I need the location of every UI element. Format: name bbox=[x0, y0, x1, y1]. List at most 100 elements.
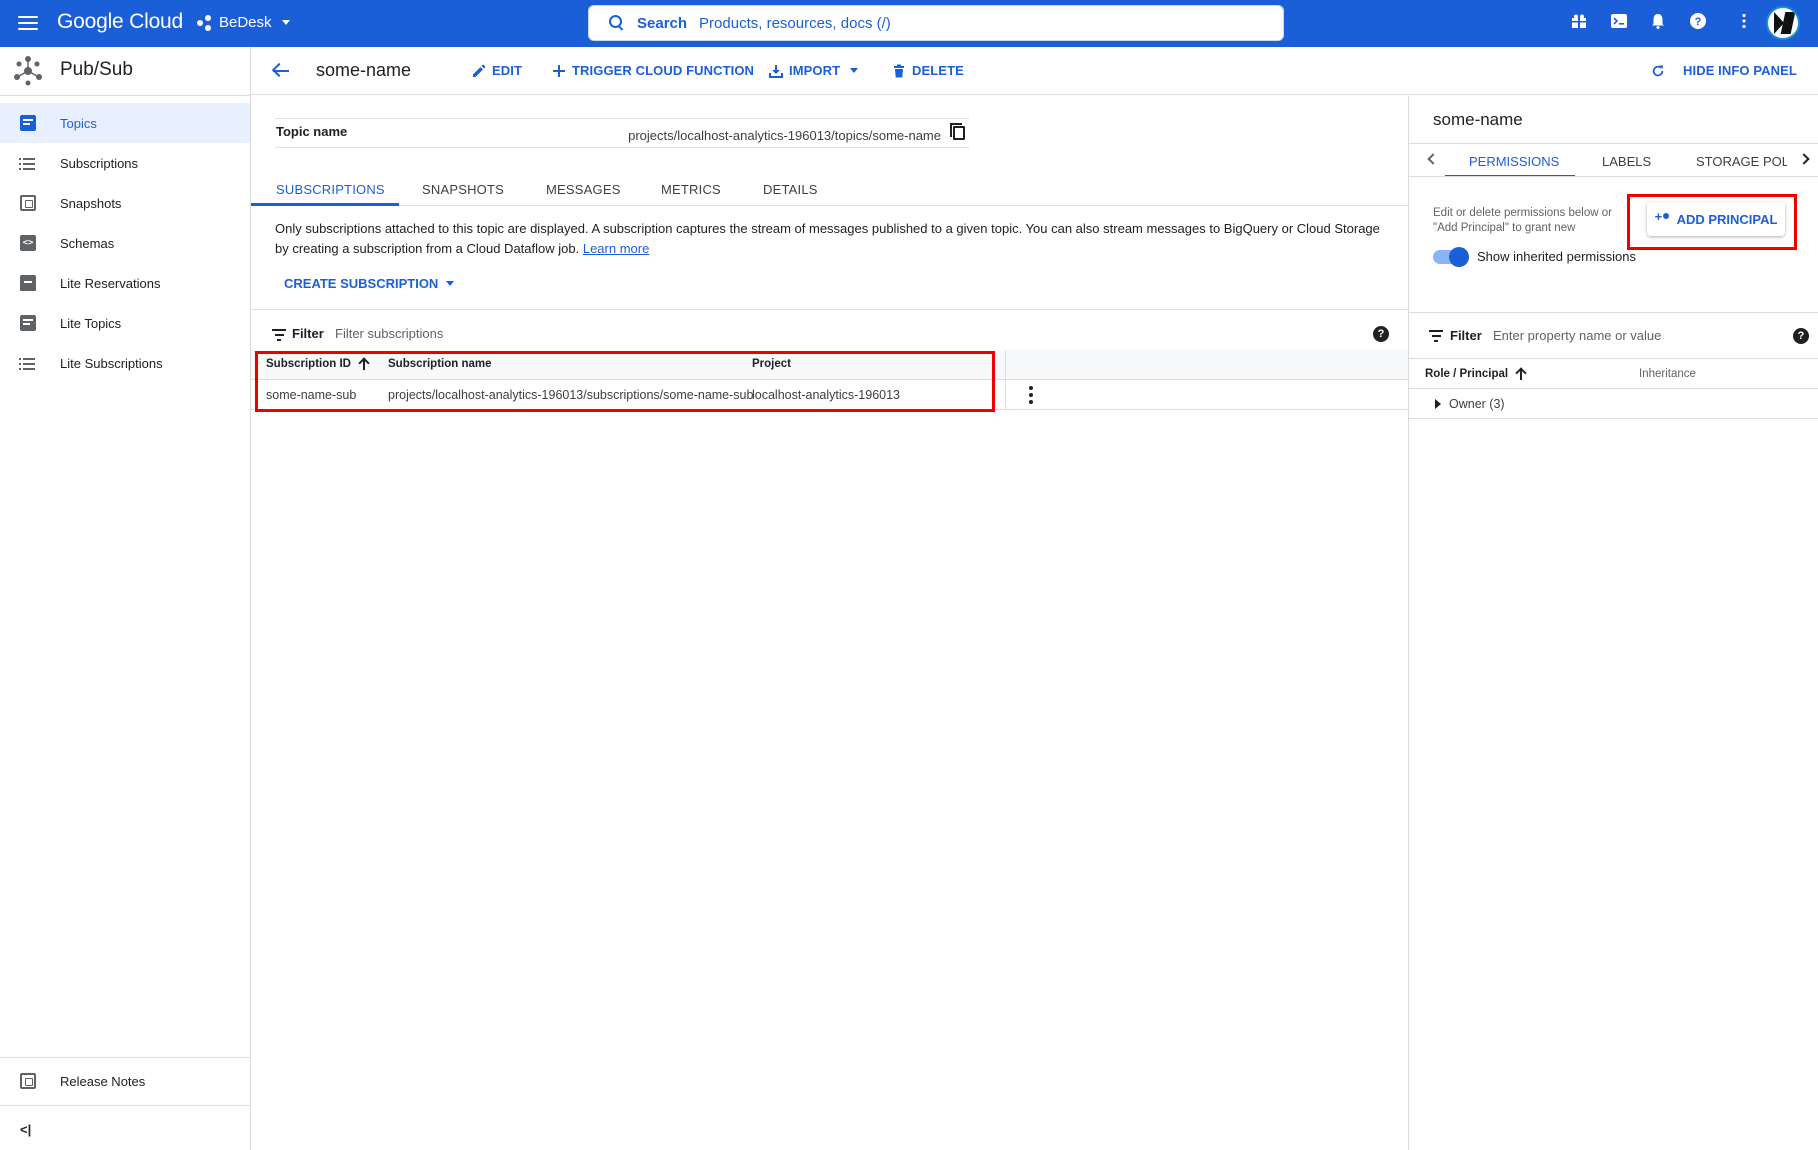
column-inheritance: Inheritance bbox=[1639, 368, 1696, 380]
sidebar-item-subscriptions[interactable]: Subscriptions bbox=[0, 143, 250, 183]
hide-info-panel-button[interactable]: HIDE INFO PANEL bbox=[1651, 63, 1797, 78]
help-icon[interactable]: ? bbox=[1373, 326, 1389, 342]
notifications-icon[interactable] bbox=[1648, 13, 1668, 33]
plus-icon bbox=[553, 64, 565, 77]
menu-icon[interactable] bbox=[16, 12, 40, 36]
divider bbox=[0, 1057, 251, 1058]
filter-input[interactable]: Filter subscriptions bbox=[335, 326, 443, 341]
tab-details[interactable]: DETAILS bbox=[763, 182, 818, 197]
list-icon bbox=[19, 355, 36, 371]
trigger-cloud-function-button[interactable]: TRIGGER CLOUD FUNCTION bbox=[552, 63, 754, 78]
column-divider bbox=[1005, 350, 1006, 410]
sidebar-item-snapshots[interactable]: Snapshots bbox=[0, 183, 250, 223]
permissions-filter-input[interactable]: Enter property name or value bbox=[1493, 328, 1661, 343]
sidebar-item-lite-reservations[interactable]: Lite Reservations bbox=[0, 263, 250, 303]
chevron-down-icon bbox=[850, 68, 859, 73]
left-nav: Pub/Sub Topics Subscriptions Snapshots <… bbox=[0, 47, 251, 1150]
hide-info-panel-label: HIDE INFO PANEL bbox=[1683, 63, 1797, 78]
svg-text:?: ? bbox=[1695, 16, 1702, 28]
sidebar-item-label: Lite Topics bbox=[60, 315, 122, 331]
cloud-shell-icon[interactable] bbox=[1609, 13, 1629, 33]
product-header: Pub/Sub bbox=[0, 47, 250, 95]
sidebar-item-topics[interactable]: Topics bbox=[0, 103, 250, 143]
description: Only subscriptions attached to this topi… bbox=[275, 219, 1395, 259]
create-subscription-button[interactable]: CREATE SUBSCRIPTION bbox=[284, 276, 455, 291]
divider bbox=[0, 95, 251, 96]
help-icon[interactable]: ? bbox=[1688, 13, 1708, 33]
google-cloud-logo[interactable]: Google Cloud bbox=[57, 10, 183, 34]
sidebar-item-lite-topics[interactable]: Lite Topics bbox=[0, 303, 250, 343]
description-text: Only subscriptions attached to this topi… bbox=[275, 221, 1380, 256]
more-vert-icon[interactable] bbox=[1734, 13, 1754, 33]
pubsub-icon bbox=[14, 56, 42, 86]
back-arrow-icon[interactable] bbox=[271, 61, 291, 81]
column-role-principal[interactable]: Role / Principal bbox=[1425, 368, 1526, 380]
delete-button[interactable]: DELETE bbox=[892, 63, 964, 78]
pencil-icon bbox=[473, 64, 486, 77]
product-name: Pub/Sub bbox=[60, 59, 133, 80]
chevron-down-icon bbox=[446, 281, 455, 286]
sidebar-item-label: Lite Reservations bbox=[60, 275, 161, 291]
gift-icon[interactable] bbox=[1569, 13, 1589, 33]
topics-icon bbox=[20, 315, 36, 331]
show-inherited-label: Show inherited permissions bbox=[1477, 249, 1636, 264]
help-icon[interactable]: ? bbox=[1793, 328, 1809, 344]
reservation-icon bbox=[20, 275, 36, 291]
action-bar: some-name EDIT TRIGGER CLOUD FUNCTION IM… bbox=[251, 47, 1818, 95]
tab-permissions[interactable]: PERMISSIONS bbox=[1469, 154, 1559, 169]
info-panel: some-name PERMISSIONS LABELS STORAGE POL… bbox=[1408, 96, 1818, 1150]
learn-more-link[interactable]: Learn more bbox=[583, 241, 649, 256]
release-notes-icon bbox=[20, 1073, 36, 1089]
search-label: Search bbox=[637, 14, 688, 32]
chevron-down-icon bbox=[281, 20, 290, 25]
project-name: BeDesk bbox=[219, 14, 272, 31]
import-icon bbox=[769, 64, 783, 78]
topic-name-row: Topic name projects/localhost-analytics-… bbox=[275, 118, 969, 148]
table-row[interactable]: Owner (3) bbox=[1409, 389, 1818, 419]
sidebar-item-label: Subscriptions bbox=[60, 155, 139, 171]
active-tab-indicator bbox=[1445, 175, 1575, 176]
highlight-box bbox=[1627, 194, 1797, 250]
project-icon bbox=[197, 14, 213, 31]
top-bar: Google Cloud BeDesk Search Products, res… bbox=[0, 0, 1818, 47]
tab-labels[interactable]: LABELS bbox=[1602, 154, 1651, 169]
refresh-icon bbox=[1652, 64, 1664, 76]
tab-metrics[interactable]: METRICS bbox=[661, 182, 721, 197]
permissions-table-header: Role / Principal Inheritance bbox=[1409, 359, 1818, 389]
filter-label: Filter bbox=[1450, 328, 1482, 343]
list-icon bbox=[19, 155, 36, 171]
project-selector[interactable]: BeDesk bbox=[197, 14, 290, 31]
row-actions-icon[interactable] bbox=[1029, 386, 1033, 404]
avatar[interactable] bbox=[1766, 6, 1800, 40]
tab-messages[interactable]: MESSAGES bbox=[546, 182, 621, 197]
snapshot-icon bbox=[20, 195, 36, 211]
search-icon bbox=[609, 15, 625, 31]
expand-arrow-icon[interactable] bbox=[1435, 399, 1441, 409]
main-content: Topic name projects/localhost-analytics-… bbox=[251, 96, 1408, 1150]
collapse-nav-icon[interactable]: <| bbox=[20, 1122, 31, 1137]
topic-name-label: Topic name bbox=[276, 124, 348, 139]
tab-snapshots[interactable]: SNAPSHOTS bbox=[422, 182, 504, 197]
schema-icon: <> bbox=[20, 235, 36, 251]
import-button[interactable]: IMPORT bbox=[769, 63, 859, 78]
release-notes-label: Release Notes bbox=[60, 1073, 146, 1089]
edit-button[interactable]: EDIT bbox=[472, 63, 522, 78]
permissions-filter-bar[interactable]: Filter Enter property name or value ? bbox=[1409, 312, 1818, 359]
chevron-left-icon[interactable] bbox=[1427, 153, 1439, 165]
show-inherited-toggle[interactable] bbox=[1433, 247, 1469, 267]
delete-label: DELETE bbox=[912, 63, 964, 78]
permissions-help-text: Edit or delete permissions below or "Add… bbox=[1433, 207, 1612, 234]
search-bar[interactable]: Search Products, resources, docs (/) bbox=[588, 5, 1284, 41]
tab-storage-policy[interactable]: STORAGE POLI bbox=[1696, 154, 1793, 169]
info-panel-title: some-name bbox=[1433, 110, 1523, 129]
copy-icon[interactable] bbox=[950, 123, 965, 140]
info-panel-tabs: PERMISSIONS LABELS STORAGE POLI bbox=[1409, 143, 1818, 177]
tab-subscriptions[interactable]: SUBSCRIPTIONS bbox=[276, 182, 385, 197]
topic-name-value: projects/localhost-analytics-196013/topi… bbox=[628, 128, 941, 143]
sidebar-item-lite-subscriptions[interactable]: Lite Subscriptions bbox=[0, 343, 250, 383]
highlight-box bbox=[255, 351, 995, 412]
sidebar-item-label: Lite Subscriptions bbox=[60, 355, 163, 371]
sidebar-item-schemas[interactable]: <> Schemas bbox=[0, 223, 250, 263]
active-tab-indicator bbox=[251, 203, 399, 206]
release-notes-link[interactable]: Release Notes bbox=[0, 1061, 250, 1101]
